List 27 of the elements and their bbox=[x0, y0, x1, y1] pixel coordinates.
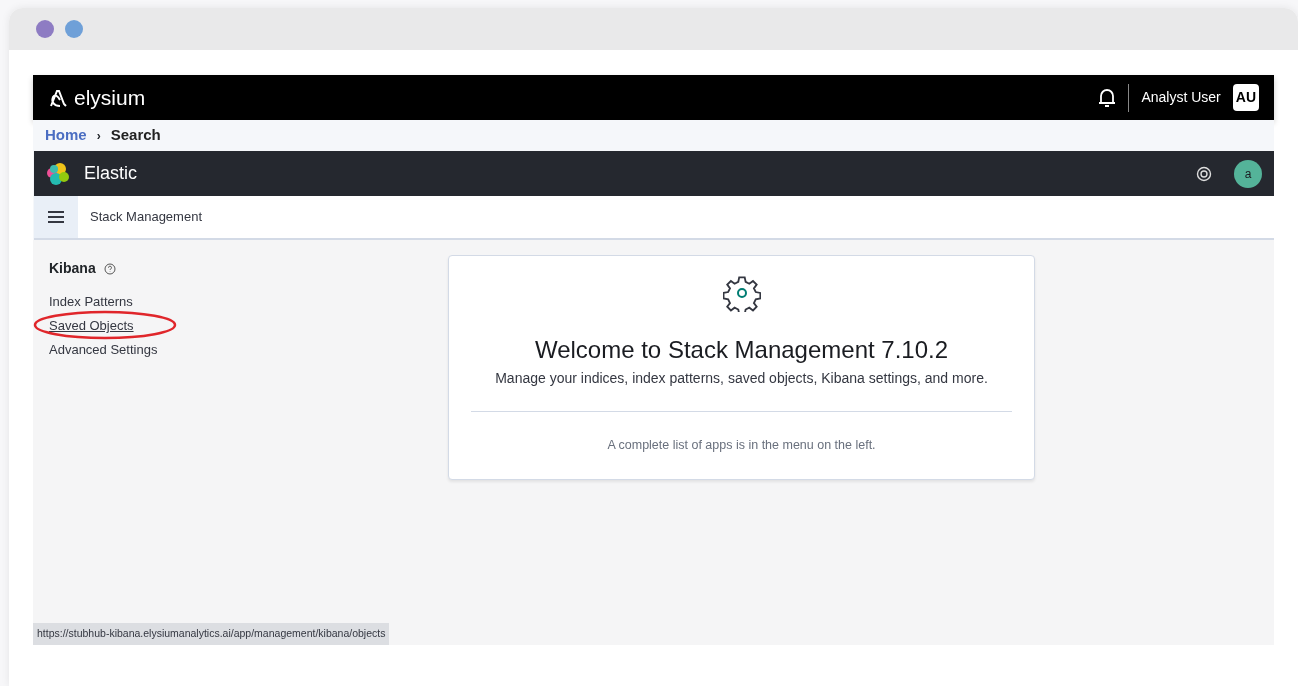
welcome-subtitle: Manage your indices, index patterns, saved objects, Kibana settings, and more. bbox=[494, 369, 989, 388]
welcome-title: Welcome to Stack Management 7.10.2 bbox=[533, 335, 950, 365]
user-avatar[interactable]: AU bbox=[1232, 84, 1259, 111]
welcome-footnote: A complete list of apps is in the menu on the left. bbox=[606, 437, 877, 454]
help-lifebuoy-icon[interactable] bbox=[1196, 165, 1212, 182]
breadcrumb-separator: › bbox=[96, 127, 101, 145]
breadcrumb-current: Search bbox=[110, 125, 161, 146]
window-dot[interactable] bbox=[36, 20, 54, 38]
help-icon[interactable] bbox=[103, 262, 116, 275]
sidebar-link[interactable]: Advanced Settings bbox=[49, 338, 158, 361]
elastic-logo-icon[interactable] bbox=[46, 161, 70, 186]
logo-text: elysium bbox=[74, 84, 146, 111]
notification-bell-icon[interactable] bbox=[1098, 87, 1117, 108]
logo-icon bbox=[48, 87, 68, 108]
window-dot[interactable] bbox=[65, 20, 83, 38]
sidebar-link[interactable]: Index Patterns bbox=[49, 290, 133, 313]
menu-icon bbox=[48, 211, 64, 223]
gear-icon bbox=[722, 274, 761, 312]
section-heading: Kibana bbox=[49, 259, 96, 278]
user-name[interactable]: Analyst User bbox=[1141, 87, 1221, 108]
breadcrumb-link[interactable]: Home bbox=[45, 124, 87, 147]
menu-button[interactable] bbox=[34, 196, 78, 238]
brand-logo[interactable]: elysium bbox=[48, 81, 146, 114]
link-url-status: https://stubhub-kibana.elysiumanalytics.ai/app/management/kibana/objects bbox=[33, 623, 390, 645]
app-title: Elastic bbox=[84, 162, 137, 185]
page-title: Stack Management bbox=[90, 208, 202, 227]
user-avatar[interactable]: a bbox=[1234, 159, 1262, 188]
